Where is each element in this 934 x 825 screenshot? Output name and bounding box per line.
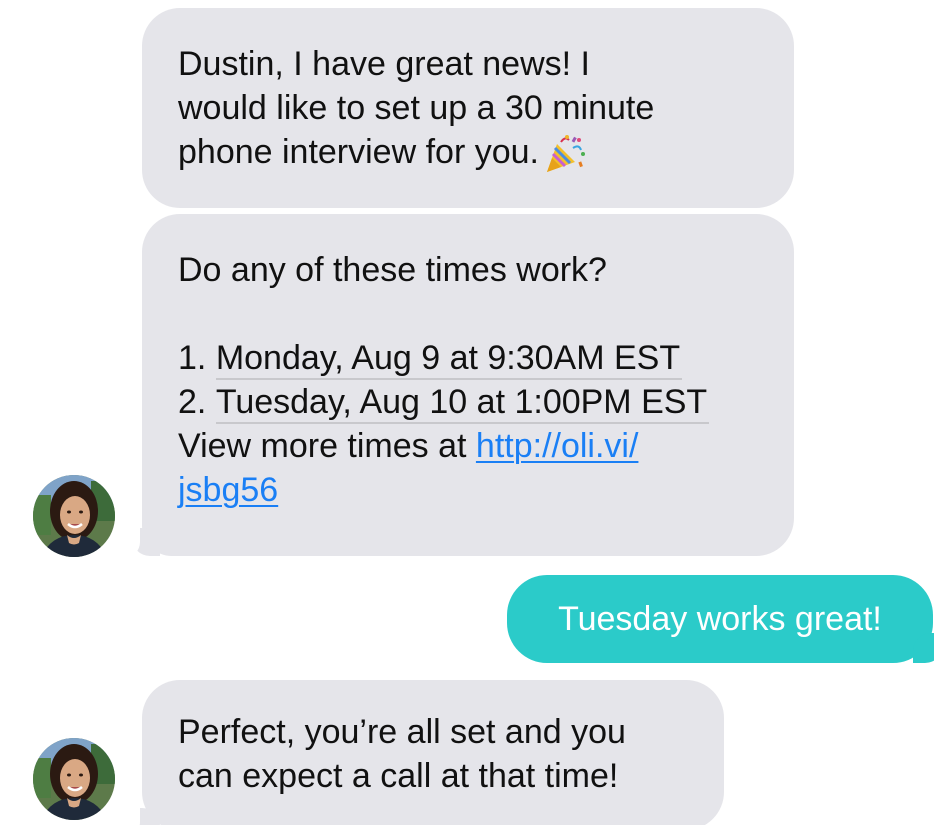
scheduling-link[interactable]: http://oli.vi/ xyxy=(476,427,639,465)
party-popper-icon xyxy=(543,134,587,174)
incoming-message-bubble: Dustin, I have great news! I would like … xyxy=(142,8,794,208)
message-text: Tuesday works great! xyxy=(558,600,882,638)
message-text-line: Perfect, you’re all set and you xyxy=(178,713,626,751)
scheduling-link[interactable]: jsbg56 xyxy=(178,471,278,509)
time-option-text[interactable]: Monday, Aug 9 at 9:30AM EST xyxy=(215,338,683,380)
message-text-line: would like to set up a 30 minute xyxy=(178,89,655,127)
incoming-message-bubble: Do any of these times work? 1. Monday, A… xyxy=(118,214,794,558)
avatar xyxy=(33,475,115,557)
incoming-message-bubble: Perfect, you’re all set and you can expe… xyxy=(118,680,724,825)
message-text-line: Dustin, I have great news! I xyxy=(178,45,590,83)
message-text: View more times at xyxy=(178,427,476,465)
time-option-1[interactable]: 1. Monday, Aug 9 at 9:30AM EST xyxy=(178,336,758,380)
time-option-2[interactable]: 2. Tuesday, Aug 10 at 1:00PM EST xyxy=(178,380,758,424)
message-thread: Dustin, I have great news! I would like … xyxy=(0,0,934,825)
message-text: phone interview for you. xyxy=(178,133,539,171)
message-text-line: phone interview for you. xyxy=(178,130,758,174)
option-number: 2. xyxy=(178,383,216,421)
avatar xyxy=(33,738,115,820)
outgoing-message-bubble: Tuesday works great! xyxy=(507,575,934,663)
message-text-line: Do any of these times work? xyxy=(178,251,607,289)
option-number: 1. xyxy=(178,339,216,377)
message-text-line: jsbg56 xyxy=(178,468,758,512)
time-option-text[interactable]: Tuesday, Aug 10 at 1:00PM EST xyxy=(215,382,710,424)
message-text-line: can expect a call at that time! xyxy=(178,757,619,795)
message-text-line: View more times at http://oli.vi/ xyxy=(178,424,758,468)
